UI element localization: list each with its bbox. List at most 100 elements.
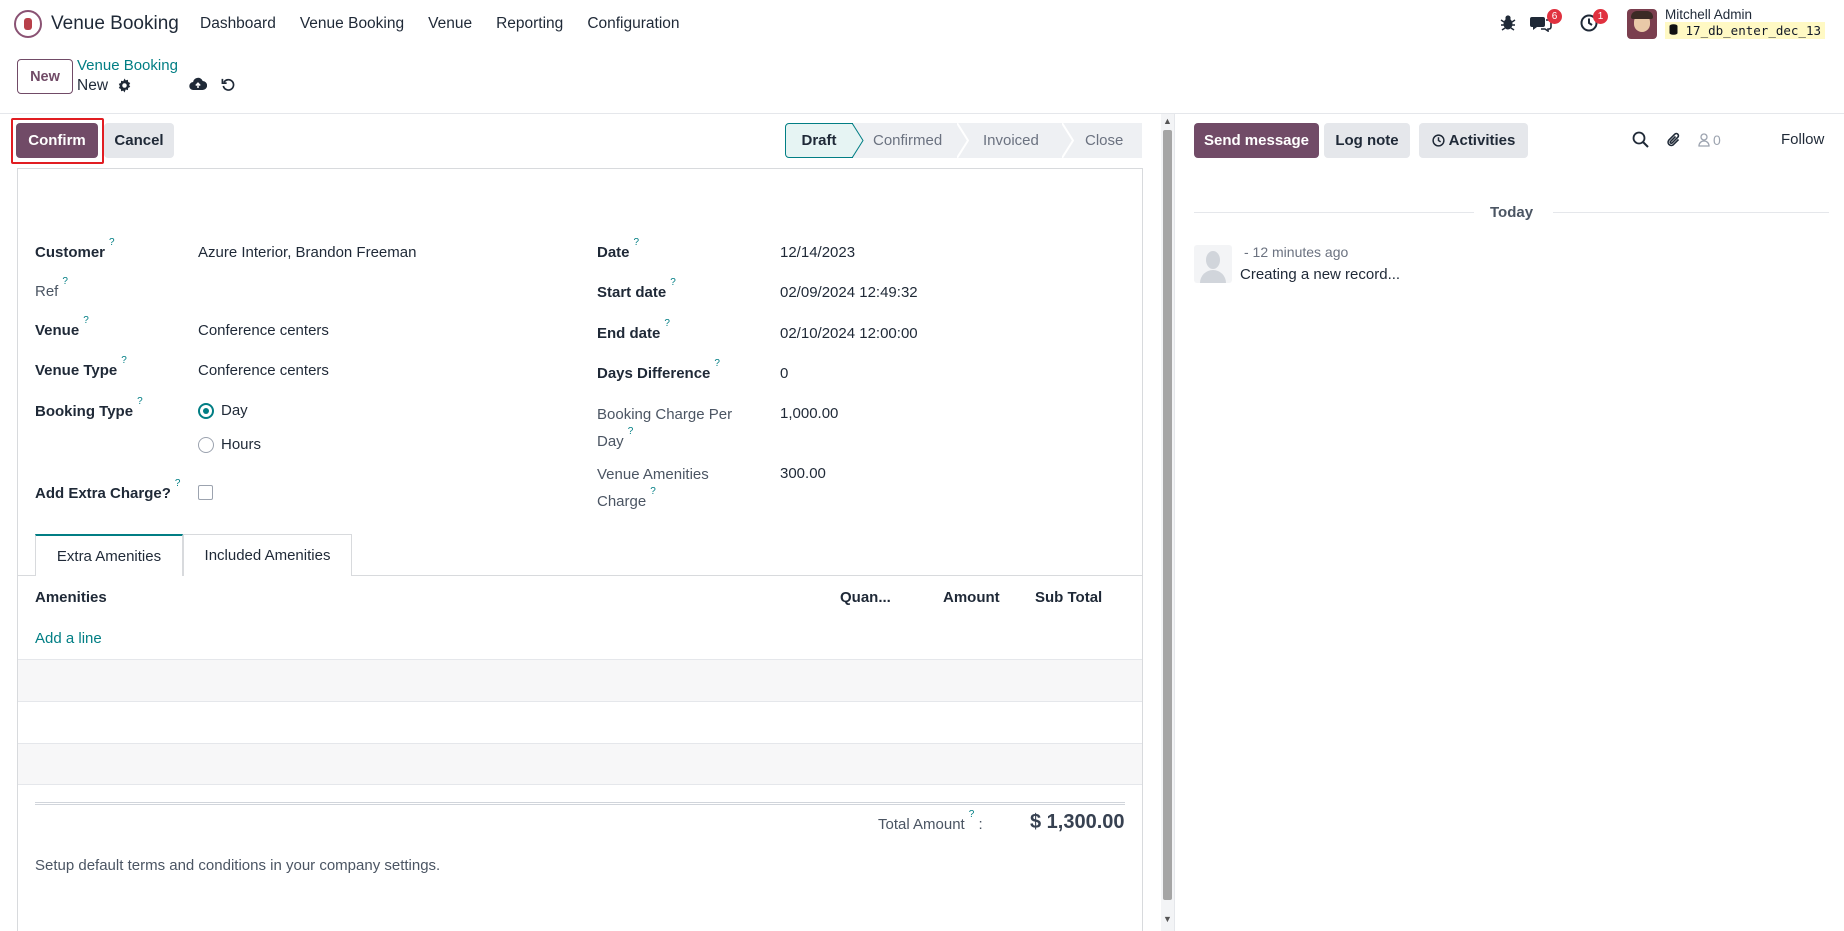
start-date-field[interactable]: 02/09/2024 12:49:32 (780, 284, 918, 301)
table-row-divider (18, 784, 1142, 785)
ref-label-text: Ref (35, 283, 59, 300)
booking-type-day-radio[interactable] (198, 403, 214, 419)
days-difference-field[interactable]: 0 (780, 365, 788, 382)
user-name[interactable]: Mitchell Admin (1665, 7, 1752, 22)
venue-type-field[interactable]: Conference centers (198, 362, 329, 379)
user-avatar[interactable] (1627, 9, 1657, 39)
stage-confirmed[interactable]: Confirmed (853, 123, 958, 158)
extra-charge-checkbox[interactable] (198, 485, 213, 500)
customer-label: Customer? (35, 237, 115, 261)
booking-type-hours-radio[interactable] (198, 437, 214, 453)
help-tooltip-icon[interactable]: ? (664, 318, 670, 329)
attachment-paperclip-icon[interactable] (1666, 131, 1682, 154)
discard-undo-icon[interactable] (221, 77, 236, 97)
help-tooltip-icon[interactable]: ? (83, 315, 89, 326)
date-field[interactable]: 12/14/2023 (780, 244, 855, 261)
save-cloud-icon[interactable] (189, 77, 208, 96)
column-header-quantity[interactable]: Quan... (840, 589, 891, 606)
stage-separator-icon (957, 123, 969, 158)
end-date-field[interactable]: 02/10/2024 12:00:00 (780, 325, 918, 342)
breadcrumb-parent[interactable]: Venue Booking (77, 57, 178, 74)
stage-invoiced[interactable]: Invoiced (958, 123, 1063, 158)
help-tooltip-icon[interactable]: ? (634, 237, 640, 248)
scroll-down-arrow-icon[interactable]: ▼ (1163, 914, 1172, 924)
database-icon (1669, 24, 1678, 35)
venue-type-label: Venue Type? (35, 355, 127, 379)
date-label: Date? (597, 237, 639, 261)
messages-icon[interactable]: 6 (1530, 9, 1562, 37)
help-tooltip-icon[interactable]: ? (969, 809, 975, 820)
column-header-amenities[interactable]: Amenities (35, 589, 107, 606)
menu-item-configuration[interactable]: Configuration (587, 15, 679, 33)
help-tooltip-icon[interactable]: ? (714, 358, 720, 369)
booking-type-hours-label[interactable]: Hours (221, 436, 261, 453)
top-navbar: Venue Booking Dashboard Venue Booking Ve… (0, 0, 1844, 47)
menu-item-venue-booking[interactable]: Venue Booking (300, 15, 404, 33)
follow-button[interactable]: Follow (1781, 131, 1824, 148)
customer-label-text: Customer (35, 244, 106, 261)
help-tooltip-icon[interactable]: ? (62, 276, 68, 287)
search-icon[interactable] (1632, 131, 1649, 153)
extra-charge-label: Add Extra Charge?? (35, 478, 180, 502)
log-note-button[interactable]: Log note (1324, 123, 1410, 158)
debug-bug-icon[interactable] (1500, 14, 1516, 36)
database-name-text: 17_db_enter_dec_13 (1685, 23, 1821, 38)
venue-field[interactable]: Conference centers (198, 322, 329, 339)
venue-type-label-text: Venue Type (35, 362, 118, 379)
help-tooltip-icon[interactable]: ? (628, 426, 634, 437)
add-line-link[interactable]: Add a line (35, 630, 102, 647)
help-tooltip-icon[interactable]: ? (109, 237, 115, 248)
main-menu: Dashboard Venue Booking Venue Reporting … (200, 15, 704, 33)
user-icon (1698, 133, 1710, 147)
today-divider (1553, 212, 1829, 213)
amenities-charge-field[interactable]: 300.00 (780, 465, 826, 482)
scroll-up-arrow-icon[interactable]: ▲ (1163, 116, 1172, 126)
send-message-button[interactable]: Send message (1194, 123, 1319, 158)
activities-clock-icon[interactable]: 1 (1580, 9, 1608, 37)
message-timestamp: - 12 minutes ago (1244, 244, 1349, 260)
total-amount-value: $ 1,300.00 (1030, 811, 1125, 833)
help-tooltip-icon[interactable]: ? (650, 486, 656, 497)
stage-close[interactable]: Close (1063, 123, 1142, 158)
database-name: 17_db_enter_dec_13 (1665, 22, 1825, 39)
help-tooltip-icon[interactable]: ? (137, 396, 143, 407)
start-date-label: Start date? (597, 277, 676, 301)
column-header-subtotal[interactable]: Sub Total (1035, 589, 1102, 606)
confirm-highlight-frame (11, 118, 104, 164)
total-divider (35, 802, 1125, 805)
help-tooltip-icon[interactable]: ? (121, 355, 127, 366)
ref-field[interactable] (198, 278, 538, 304)
message-author-avatar[interactable] (1194, 245, 1232, 283)
help-tooltip-icon[interactable]: ? (670, 277, 676, 288)
total-amount-label: Total Amount? : (878, 809, 983, 833)
chatter-panel (1174, 114, 1844, 931)
stage-separator-icon (1062, 123, 1074, 158)
booking-type-day-label[interactable]: Day (221, 402, 248, 419)
stage-draft[interactable]: Draft (785, 123, 853, 158)
date-label-text: Date (597, 244, 630, 261)
customer-field[interactable]: Azure Interior, Brandon Freeman (198, 244, 416, 261)
activities-button[interactable]: Activities (1419, 123, 1528, 158)
tab-included-amenities[interactable]: Included Amenities (183, 534, 352, 576)
table-row (18, 660, 1142, 701)
booking-charge-label-text: Booking Charge Per Day (597, 406, 733, 450)
days-difference-label-text: Days Difference (597, 365, 711, 382)
booking-charge-label: Booking Charge Per Day? (597, 403, 752, 453)
help-tooltip-icon[interactable]: ? (175, 478, 181, 489)
today-separator-label: Today (1490, 204, 1534, 221)
column-header-amount[interactable]: Amount (943, 589, 1000, 606)
followers-button[interactable]: 0 (1698, 132, 1721, 148)
app-logo-icon[interactable] (14, 10, 42, 38)
cancel-button[interactable]: Cancel (104, 123, 174, 158)
booking-charge-field[interactable]: 1,000.00 (780, 405, 838, 422)
menu-item-venue[interactable]: Venue (428, 15, 472, 33)
app-name[interactable]: Venue Booking (51, 13, 179, 35)
gear-icon[interactable] (117, 78, 132, 98)
form-scrollbar-thumb[interactable] (1163, 130, 1172, 900)
menu-item-dashboard[interactable]: Dashboard (200, 15, 276, 33)
venue-label-text: Venue (35, 322, 80, 339)
tab-extra-amenities[interactable]: Extra Amenities (35, 534, 183, 576)
terms-note[interactable]: Setup default terms and conditions in yo… (35, 857, 440, 874)
menu-item-reporting[interactable]: Reporting (496, 15, 563, 33)
new-button[interactable]: New (17, 59, 73, 94)
